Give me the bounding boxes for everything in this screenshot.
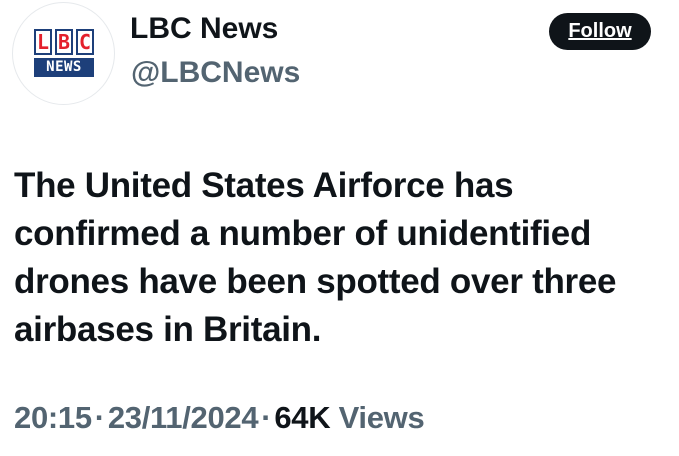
- tweet-date[interactable]: 23/11/2024: [108, 400, 259, 435]
- account-handle[interactable]: @LBCNews: [131, 56, 300, 90]
- logo-letter-b: B: [55, 29, 73, 55]
- logo-subtext: NEWS: [34, 58, 94, 77]
- avatar[interactable]: L B C NEWS: [12, 2, 115, 105]
- lbc-news-logo: L B C NEWS: [34, 29, 94, 77]
- account-name[interactable]: LBC News: [130, 12, 278, 46]
- logo-letter-l: L: [34, 29, 52, 55]
- tweet-text: The United States Airforce has confirmed…: [14, 166, 617, 349]
- meta-separator: ·: [261, 400, 272, 435]
- views-label: Views: [338, 400, 425, 435]
- logo-letter-c: C: [76, 29, 94, 55]
- tweet-card: L B C NEWS LBC News @LBCNews Follow The …: [0, 0, 679, 456]
- tweet-meta: 20:15·23/11/2024·64K Views: [14, 400, 425, 436]
- follow-button[interactable]: Follow: [549, 13, 651, 50]
- views-count: 64K: [274, 400, 331, 435]
- meta-separator: ·: [94, 400, 105, 435]
- logo-letters: L B C: [34, 29, 94, 55]
- tweet-time[interactable]: 20:15: [14, 400, 92, 435]
